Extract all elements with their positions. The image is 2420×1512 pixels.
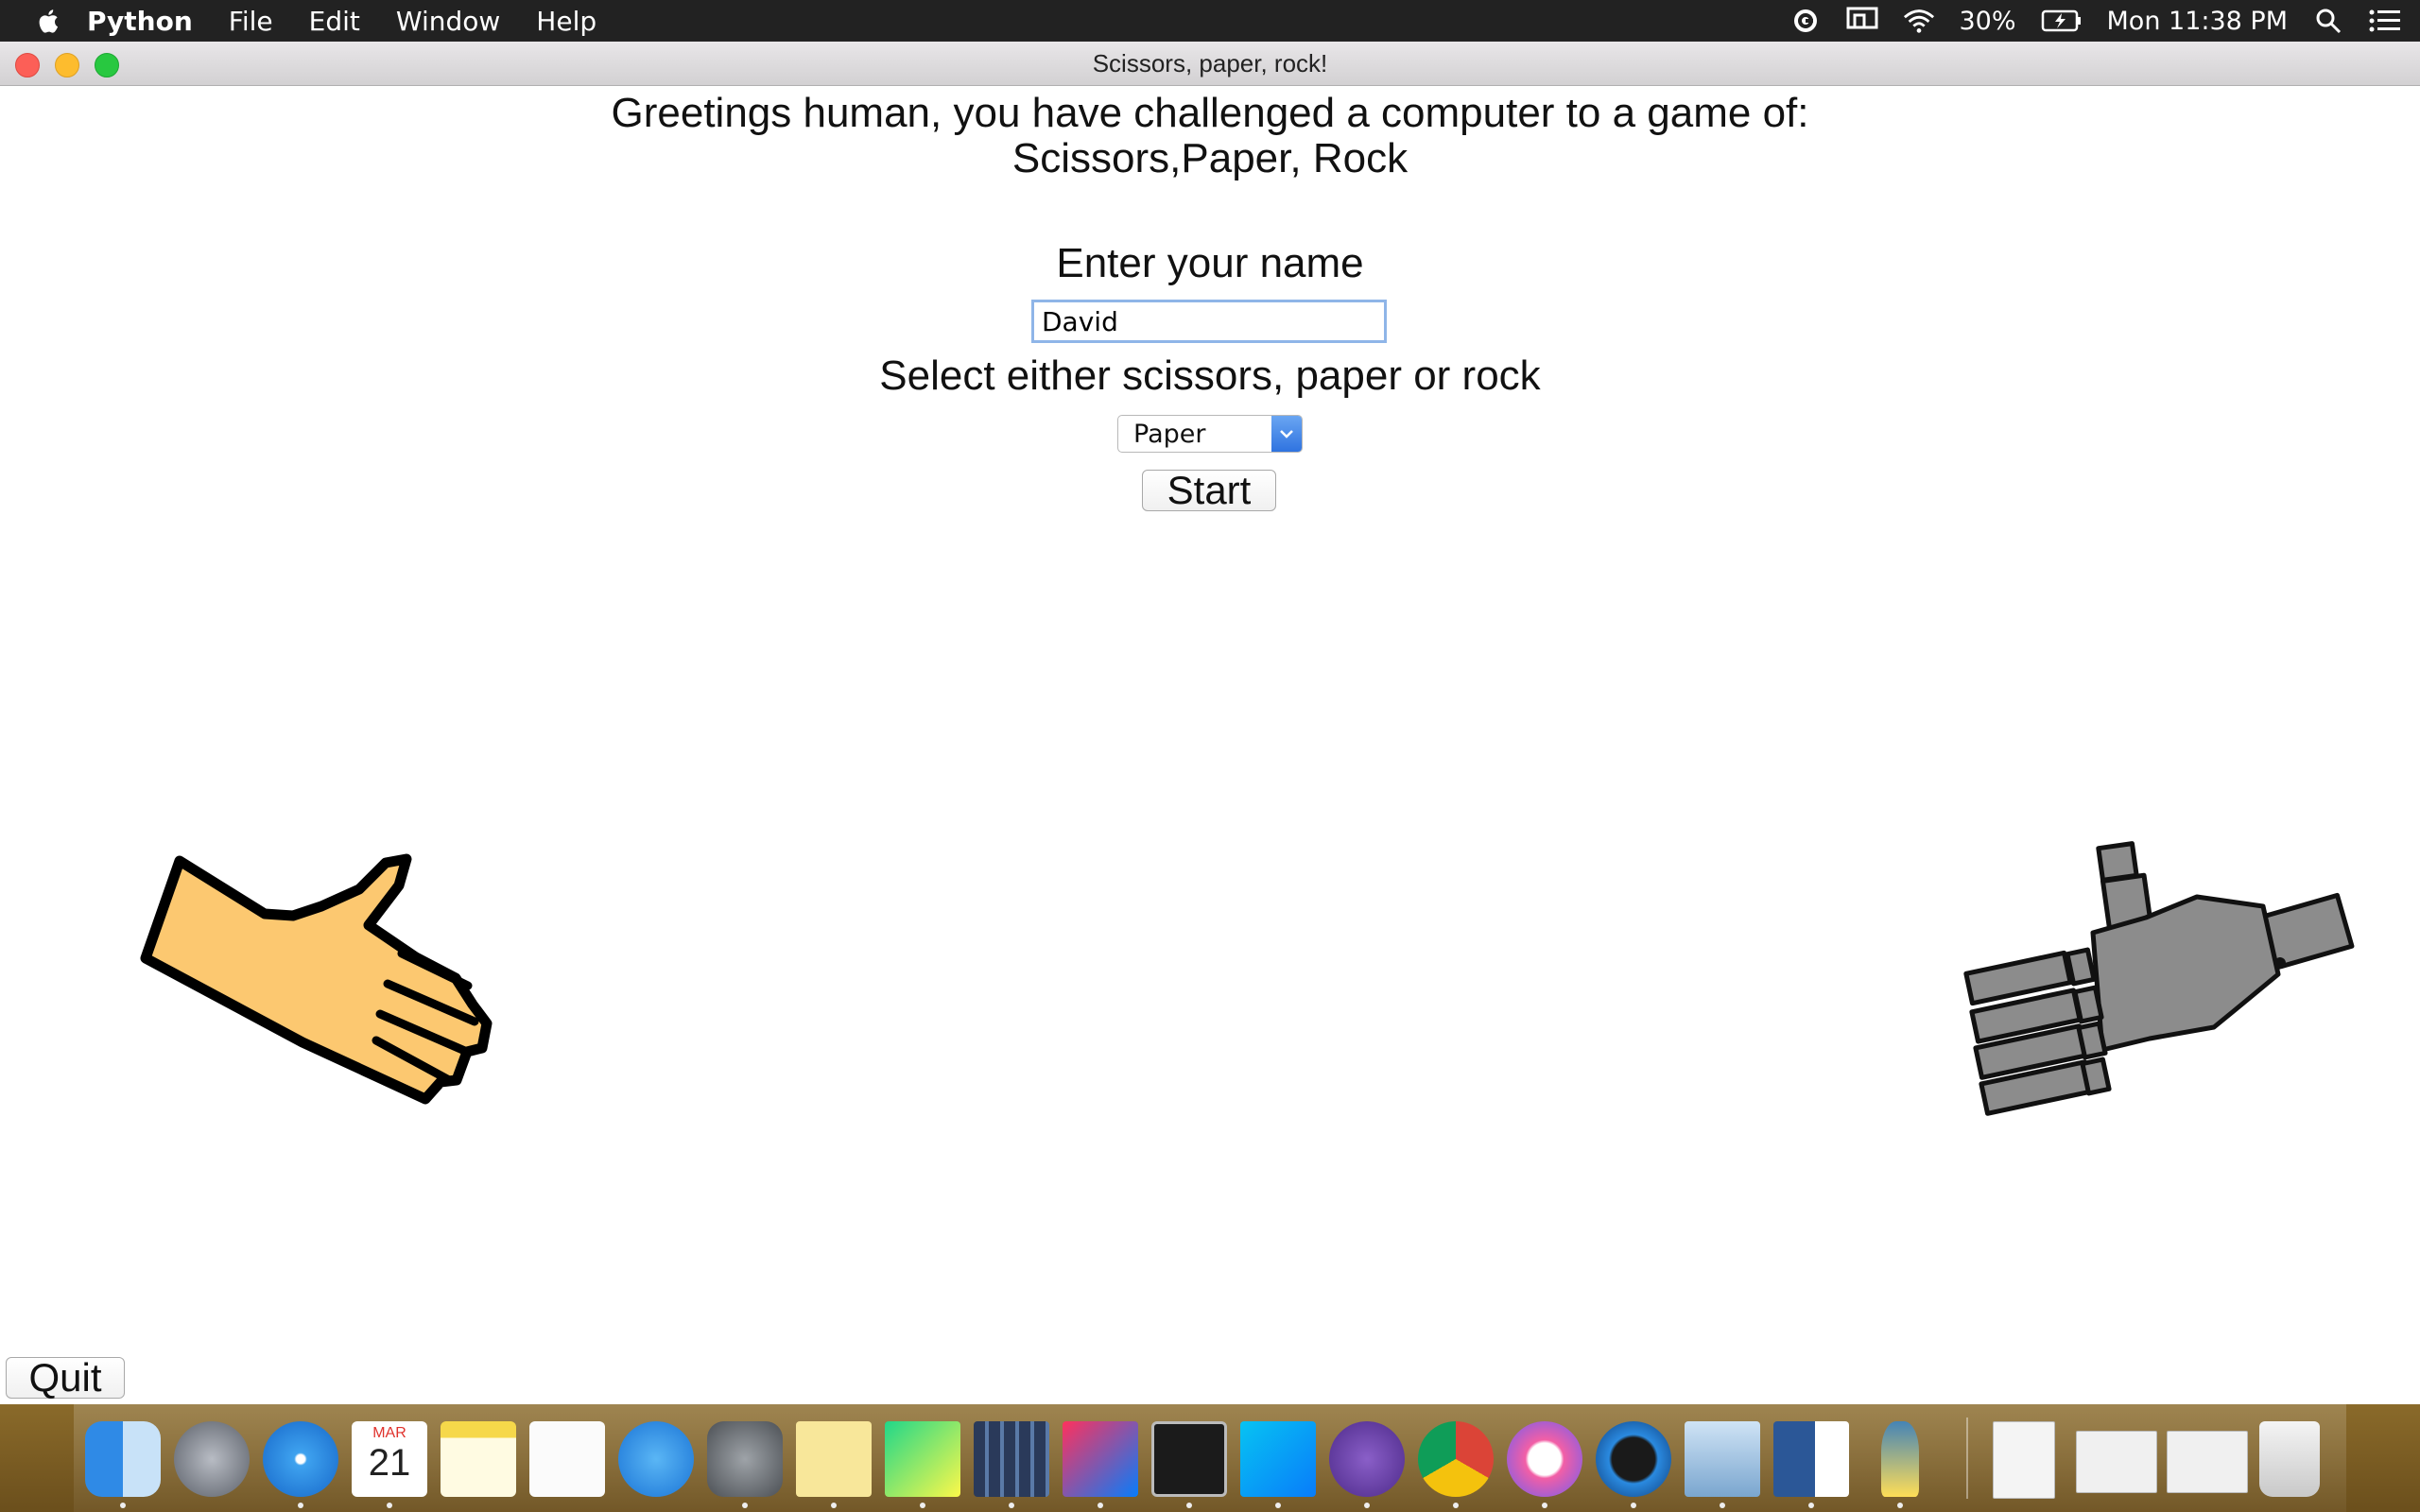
battery-percent: 30% bbox=[1959, 6, 2016, 36]
running-indicator bbox=[1453, 1503, 1459, 1508]
menu-file[interactable]: File bbox=[229, 6, 273, 37]
running-indicator bbox=[831, 1503, 837, 1508]
running-indicator bbox=[387, 1503, 392, 1508]
quit-button[interactable]: Quit bbox=[6, 1357, 125, 1399]
choice-dropdown[interactable]: Paper bbox=[1117, 415, 1303, 453]
grammarly-icon[interactable] bbox=[1789, 7, 1822, 35]
dock-separator bbox=[1966, 1418, 1968, 1499]
greeting-line-1: Greetings human, you have challenged a c… bbox=[611, 90, 1809, 136]
python-launcher-icon[interactable] bbox=[1881, 1421, 1919, 1497]
stickies-icon[interactable] bbox=[796, 1421, 872, 1497]
document-icon[interactable] bbox=[1993, 1421, 2055, 1499]
running-indicator bbox=[1186, 1503, 1192, 1508]
battery-charging-icon[interactable] bbox=[2041, 7, 2083, 35]
itunes-icon[interactable] bbox=[1507, 1421, 1582, 1497]
running-indicator bbox=[1897, 1503, 1903, 1508]
github-desktop-icon[interactable] bbox=[1329, 1421, 1405, 1497]
window-title: Scissors, paper, rock! bbox=[1092, 49, 1328, 77]
choice-dropdown-value: Paper bbox=[1133, 420, 1206, 449]
running-indicator bbox=[1275, 1503, 1281, 1508]
name-input[interactable] bbox=[1031, 300, 1387, 343]
dock: MAR 21 bbox=[0, 1404, 2420, 1512]
running-indicator bbox=[920, 1503, 925, 1508]
reminders-icon[interactable] bbox=[529, 1421, 605, 1497]
menu-edit[interactable]: Edit bbox=[309, 6, 360, 37]
pycharm-icon[interactable] bbox=[885, 1421, 960, 1497]
running-indicator bbox=[1009, 1503, 1014, 1508]
notification-center-icon[interactable] bbox=[2369, 7, 2401, 35]
calendar-day: 21 bbox=[368, 1442, 411, 1484]
start-button[interactable]: Start bbox=[1142, 470, 1276, 511]
word-icon[interactable] bbox=[1773, 1421, 1849, 1497]
menu-help[interactable]: Help bbox=[536, 6, 596, 37]
airplay-icon[interactable] bbox=[1846, 7, 1878, 35]
calendar-month: MAR bbox=[372, 1425, 406, 1441]
chrome-document-icon[interactable] bbox=[2076, 1431, 2157, 1493]
game-window-content: Greetings human, you have challenged a c… bbox=[0, 86, 2420, 1404]
notes-icon[interactable] bbox=[441, 1421, 516, 1497]
wifi-icon[interactable] bbox=[1903, 7, 1935, 35]
menu-clock[interactable]: Mon 11:38 PM bbox=[2107, 7, 2288, 36]
menu-window[interactable]: Window bbox=[396, 6, 500, 37]
trash-icon[interactable] bbox=[2259, 1421, 2320, 1497]
safari-icon[interactable] bbox=[263, 1421, 338, 1497]
webstorm-icon[interactable] bbox=[1240, 1421, 1316, 1497]
preview-icon[interactable] bbox=[1685, 1421, 1760, 1497]
spotlight-search-icon[interactable] bbox=[2312, 7, 2344, 35]
running-indicator bbox=[1542, 1503, 1547, 1508]
running-indicator bbox=[1631, 1503, 1636, 1508]
running-indicator bbox=[298, 1503, 303, 1508]
app-store-icon[interactable] bbox=[618, 1421, 694, 1497]
launchpad-icon[interactable] bbox=[174, 1421, 250, 1497]
chevron-down-icon[interactable] bbox=[1271, 416, 1302, 452]
menu-bar: Python File Edit Window Help 30% Mon 11:… bbox=[0, 0, 2420, 42]
running-indicator bbox=[1364, 1503, 1370, 1508]
bookshelf-icon[interactable] bbox=[974, 1421, 1049, 1497]
running-indicator bbox=[120, 1503, 126, 1508]
computer-hand-image bbox=[1963, 841, 2355, 1116]
chrome-document-icon[interactable] bbox=[2167, 1431, 2248, 1493]
system-preferences-icon[interactable] bbox=[707, 1421, 783, 1497]
choice-label: Select either scissors, paper or rock bbox=[879, 352, 1541, 399]
finder-icon[interactable] bbox=[85, 1421, 161, 1497]
running-indicator bbox=[1808, 1503, 1814, 1508]
name-label: Enter your name bbox=[1056, 240, 1364, 286]
apple-icon[interactable] bbox=[38, 9, 59, 33]
running-indicator bbox=[1720, 1503, 1725, 1508]
chrome-icon[interactable] bbox=[1418, 1421, 1494, 1497]
terminal-icon[interactable] bbox=[1151, 1421, 1227, 1497]
calendar-icon[interactable]: MAR 21 bbox=[352, 1421, 427, 1497]
quicktime-icon[interactable] bbox=[1596, 1421, 1671, 1497]
menu-app-name[interactable]: Python bbox=[87, 6, 193, 37]
running-indicator bbox=[742, 1503, 748, 1508]
running-indicator bbox=[1098, 1503, 1103, 1508]
human-hand-image bbox=[140, 853, 493, 1105]
intellij-icon[interactable] bbox=[1063, 1421, 1138, 1497]
greeting-line-2: Scissors,Paper, Rock bbox=[1011, 135, 1409, 181]
window-title-bar: Scissors, paper, rock! bbox=[0, 42, 2420, 86]
